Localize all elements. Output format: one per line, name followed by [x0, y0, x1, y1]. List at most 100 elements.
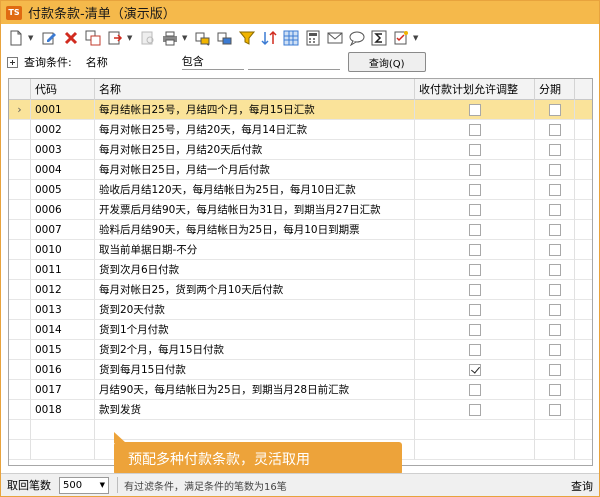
- print-preview-icon[interactable]: [138, 28, 158, 48]
- cell-code[interactable]: 0016: [31, 360, 95, 380]
- installment-checkbox[interactable]: [549, 284, 561, 296]
- table-row[interactable]: 0016 货到每月15日付款: [9, 360, 592, 380]
- column-header-name[interactable]: 名称: [95, 79, 415, 100]
- cell-code[interactable]: 0011: [31, 260, 95, 280]
- row-selector[interactable]: [9, 300, 31, 320]
- cell-name[interactable]: 每月对帐日25日，月结一个月后付款: [95, 160, 415, 180]
- table-row[interactable]: 0005 验收后月结120天，每月结帐日为25日，每月10日汇款: [9, 180, 592, 200]
- installment-checkbox[interactable]: [549, 104, 561, 116]
- title-bar[interactable]: TS 付款条款-清单（演示版）: [1, 1, 599, 24]
- installment-checkbox[interactable]: [549, 324, 561, 336]
- export-icon[interactable]: [105, 28, 125, 48]
- adjustable-checkbox[interactable]: [469, 224, 481, 236]
- installment-checkbox[interactable]: [549, 404, 561, 416]
- row-selector[interactable]: [9, 140, 31, 160]
- cell-code[interactable]: 0003: [31, 140, 95, 160]
- table-row[interactable]: 0011 货到次月6日付款: [9, 260, 592, 280]
- adjustable-checkbox[interactable]: [469, 364, 481, 376]
- adjustable-checkbox[interactable]: [469, 264, 481, 276]
- print-dropdown-icon[interactable]: ▼: [182, 34, 190, 42]
- installment-checkbox[interactable]: [549, 144, 561, 156]
- row-selector[interactable]: [9, 180, 31, 200]
- print-icon[interactable]: [160, 28, 180, 48]
- installment-checkbox[interactable]: [549, 304, 561, 316]
- row-selector[interactable]: [9, 240, 31, 260]
- adjustable-checkbox[interactable]: [469, 124, 481, 136]
- adjustable-checkbox[interactable]: [469, 344, 481, 356]
- column-header-installment[interactable]: 分期: [535, 79, 575, 100]
- adjustable-checkbox[interactable]: [469, 204, 481, 216]
- query-field[interactable]: 名称: [86, 54, 182, 70]
- chat-icon[interactable]: [347, 28, 367, 48]
- query-value-input[interactable]: [247, 54, 340, 70]
- table-row[interactable]: 0012 每月对帐日25，货到两个月10天后付款: [9, 280, 592, 300]
- cell-name[interactable]: 开发票后月结90天，每月结帐日为31日，到期当月27日汇款: [95, 200, 415, 220]
- installment-checkbox[interactable]: [549, 164, 561, 176]
- row-selector[interactable]: [9, 260, 31, 280]
- row-selector[interactable]: [9, 200, 31, 220]
- cell-code[interactable]: 0014: [31, 320, 95, 340]
- row-selector[interactable]: ›: [9, 100, 31, 120]
- expand-icon[interactable]: [7, 56, 18, 68]
- installment-checkbox[interactable]: [549, 264, 561, 276]
- cell-code[interactable]: 0018: [31, 400, 95, 420]
- cell-name[interactable]: 每月对帐日25，货到两个月10天后付款: [95, 280, 415, 300]
- cell-code[interactable]: 0017: [31, 380, 95, 400]
- row-selector[interactable]: [9, 120, 31, 140]
- cell-code[interactable]: 0001: [31, 100, 95, 120]
- table-row[interactable]: 0017 月结90天，每月结帐日为25日，到期当月28日前汇款: [9, 380, 592, 400]
- installment-checkbox[interactable]: [549, 344, 561, 356]
- query-button[interactable]: 查询(Q): [347, 52, 426, 72]
- mail-icon[interactable]: [325, 28, 345, 48]
- checklist-dropdown-icon[interactable]: ▼: [413, 34, 421, 42]
- table-row[interactable]: 0013 货到20天付款: [9, 300, 592, 320]
- cell-name[interactable]: 验料后月结90天，每月结帐日为25日，每月10日到期票: [95, 220, 415, 240]
- copy-icon[interactable]: [83, 28, 103, 48]
- row-selector[interactable]: [9, 360, 31, 380]
- table-row[interactable]: 0004 每月对帐日25日，月结一个月后付款: [9, 160, 592, 180]
- export-dropdown-icon[interactable]: ▼: [127, 34, 135, 42]
- adjustable-checkbox[interactable]: [469, 324, 481, 336]
- cell-code[interactable]: 0015: [31, 340, 95, 360]
- cell-name[interactable]: 验收后月结120天，每月结帐日为25日，每月10日汇款: [95, 180, 415, 200]
- cell-code[interactable]: 0005: [31, 180, 95, 200]
- adjustable-checkbox[interactable]: [469, 164, 481, 176]
- installment-checkbox[interactable]: [549, 124, 561, 136]
- cell-name[interactable]: 每月结帐日25号，月结四个月，每月15日汇款: [95, 100, 415, 120]
- installment-checkbox[interactable]: [549, 184, 561, 196]
- row-selector[interactable]: [9, 340, 31, 360]
- sum-icon[interactable]: [369, 28, 389, 48]
- filter-icon[interactable]: [237, 28, 257, 48]
- installment-checkbox[interactable]: [549, 364, 561, 376]
- column-header-code[interactable]: 代码: [31, 79, 95, 100]
- table-row[interactable]: 0018 款到发货: [9, 400, 592, 420]
- table-row[interactable]: 0010 取当前单据日期-不分: [9, 240, 592, 260]
- cell-code[interactable]: 0006: [31, 200, 95, 220]
- cell-name[interactable]: 月结90天，每月结帐日为25日，到期当月28日前汇款: [95, 380, 415, 400]
- row-selector[interactable]: [9, 280, 31, 300]
- cell-name[interactable]: 取当前单据日期-不分: [95, 240, 415, 260]
- edit-icon[interactable]: [39, 28, 59, 48]
- cell-name[interactable]: 每月对帐日25日，月结20天后付款: [95, 140, 415, 160]
- cell-name[interactable]: 每月对帐日25号，月结20天，每月14日汇款: [95, 120, 415, 140]
- row-selector[interactable]: [9, 320, 31, 340]
- table-row[interactable]: 0002 每月对帐日25号，月结20天，每月14日汇款: [9, 120, 592, 140]
- adjustable-checkbox[interactable]: [469, 144, 481, 156]
- link-icon[interactable]: [193, 28, 213, 48]
- adjustable-checkbox[interactable]: [469, 384, 481, 396]
- sort-icon[interactable]: [259, 28, 279, 48]
- new-dropdown-icon[interactable]: ▼: [28, 34, 36, 42]
- query-operator[interactable]: 包含: [181, 54, 244, 70]
- cell-code[interactable]: 0013: [31, 300, 95, 320]
- adjustable-checkbox[interactable]: [469, 184, 481, 196]
- adjustable-checkbox[interactable]: [469, 304, 481, 316]
- row-selector[interactable]: [9, 400, 31, 420]
- row-selector[interactable]: [9, 160, 31, 180]
- table-row[interactable]: 0015 货到2个月，每月15日付款: [9, 340, 592, 360]
- adjustable-checkbox[interactable]: [469, 244, 481, 256]
- grid-icon[interactable]: [281, 28, 301, 48]
- cell-name[interactable]: 货到20天付款: [95, 300, 415, 320]
- cell-code[interactable]: 0012: [31, 280, 95, 300]
- installment-checkbox[interactable]: [549, 384, 561, 396]
- cell-name[interactable]: 货到次月6日付款: [95, 260, 415, 280]
